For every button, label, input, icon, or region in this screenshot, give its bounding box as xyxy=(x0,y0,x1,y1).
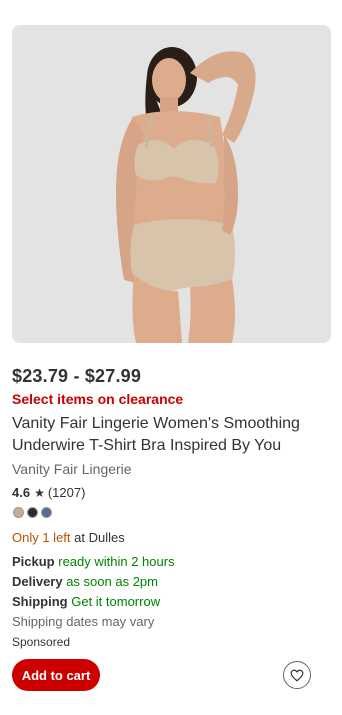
product-card: $23.79 - $27.99 Select items on clearanc… xyxy=(0,0,342,715)
swatch-nude[interactable] xyxy=(13,507,24,518)
low-stock-text: Only 1 left xyxy=(12,530,71,545)
sponsored-label: Sponsored xyxy=(12,635,71,649)
color-swatches xyxy=(13,507,52,518)
product-brand[interactable]: Vanity Fair Lingerie xyxy=(12,461,132,477)
rating-count: (1207) xyxy=(47,485,86,500)
delivery-label: Delivery xyxy=(12,574,63,589)
shipping-row: Shipping Get it tomorrow xyxy=(12,594,160,609)
product-title[interactable]: Vanity Fair Lingerie Women's Smoothing U… xyxy=(12,413,330,457)
model-photo xyxy=(116,47,256,343)
star-icon: ★ xyxy=(34,485,45,500)
price-range: $23.79 - $27.99 xyxy=(12,366,142,386)
delivery-value: as soon as 2pm xyxy=(62,574,158,589)
favorite-button[interactable] xyxy=(283,661,311,689)
shipping-value: Get it tomorrow xyxy=(67,594,161,609)
rating[interactable]: 4.6 ★ (1207) xyxy=(12,485,85,500)
pickup-value: ready within 2 hours xyxy=(54,554,175,569)
delivery-row: Delivery as soon as 2pm xyxy=(12,574,158,589)
pickup-row: Pickup ready within 2 hours xyxy=(12,554,175,569)
swatch-blue[interactable] xyxy=(41,507,52,518)
rating-score: 4.6 xyxy=(12,485,31,500)
clearance-notice: Select items on clearance xyxy=(12,391,184,407)
heart-icon xyxy=(290,669,304,681)
product-image[interactable] xyxy=(12,25,331,343)
swatch-black[interactable] xyxy=(27,507,38,518)
stock-status: Only 1 left at Dulles xyxy=(12,530,125,545)
shipping-label: Shipping xyxy=(12,594,68,609)
pickup-label: Pickup xyxy=(12,554,55,569)
add-to-cart-button[interactable]: Add to cart xyxy=(12,659,100,691)
store-location: at Dulles xyxy=(70,530,125,545)
shipping-note: Shipping dates may vary xyxy=(12,614,155,629)
